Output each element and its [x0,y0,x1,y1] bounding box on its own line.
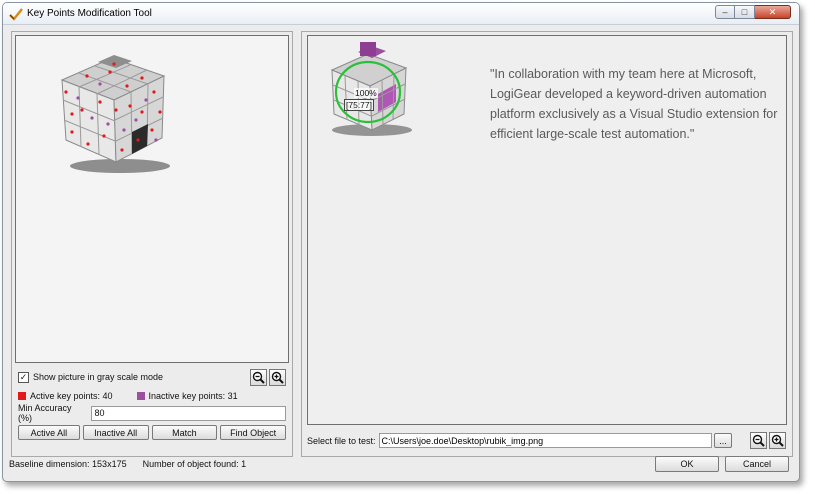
main-window: Key Points Modification Tool – □ ✕ ✓ Sho… [2,2,800,482]
quote-text: "In collaboration with my team here at M… [490,67,778,141]
match-percent: 100% [354,88,378,98]
test-image-area[interactable]: 100% [75:77] "In collaboration with my t… [307,35,787,425]
tool-check-icon [9,8,23,21]
baseline-panel: ✓ Show picture in gray scale mode Active… [11,31,293,457]
close-button[interactable]: ✕ [755,5,791,19]
match-coords: [75:77] [344,99,374,111]
baseline-controls: ✓ Show picture in gray scale mode Active… [18,368,287,440]
browse-button[interactable]: ... [714,433,732,448]
test-panel: 100% [75:77] "In collaboration with my t… [301,31,793,457]
window-title: Key Points Modification Tool [27,8,152,19]
inactive-all-button[interactable]: Inactive All [82,425,149,440]
active-key-points: Active key points: 40 [30,391,113,401]
baseline-dimension: Baseline dimension: 153x175 [9,459,127,469]
zoom-in-icon [771,434,784,447]
file-label: Select file to test: [307,435,376,446]
cancel-button[interactable]: Cancel [725,456,789,472]
min-accuracy-label: Min Accuracy (%) [18,403,72,423]
zoom-out-icon [252,371,265,384]
maximize-button[interactable]: □ [735,5,755,19]
inactive-swatch [136,392,145,400]
match-button[interactable]: Match [151,425,218,440]
inactive-key-points: Inactive key points: 31 [148,391,238,401]
zoom-in-button[interactable] [269,368,286,386]
window-controls: – □ ✕ [715,5,791,19]
gray-scale-checkbox[interactable]: ✓ [18,371,29,383]
baseline-zoom-group [250,368,286,386]
find-object-button[interactable]: Find Object [220,425,287,440]
active-swatch [18,392,26,400]
zoom-in-icon [271,371,284,384]
baseline-cube-image[interactable] [42,40,182,180]
file-select-row: Select file to test: ... [307,432,786,449]
file-path-input[interactable] [378,433,712,448]
ok-button[interactable]: OK [655,456,719,472]
zoom-out-icon [752,434,765,447]
min-accuracy-input[interactable] [91,405,286,421]
active-all-button[interactable]: Active All [18,425,80,440]
zoom-out-button[interactable] [250,368,267,386]
test-zoom-out-button[interactable] [750,432,767,449]
minimize-button[interactable]: – [715,5,735,19]
status-bar: Baseline dimension: 153x175 Number of ob… [9,455,789,473]
baseline-image-area[interactable] [15,35,289,363]
test-zoom-group [750,432,786,449]
gray-scale-label: Show picture in gray scale mode [33,372,164,382]
key-points-legend: Active key points: 40 Inactive key point… [18,389,286,403]
test-zoom-in-button[interactable] [769,432,786,449]
objects-found: Number of object found: 1 [142,459,247,469]
title-bar: Key Points Modification Tool – □ ✕ [3,3,799,25]
